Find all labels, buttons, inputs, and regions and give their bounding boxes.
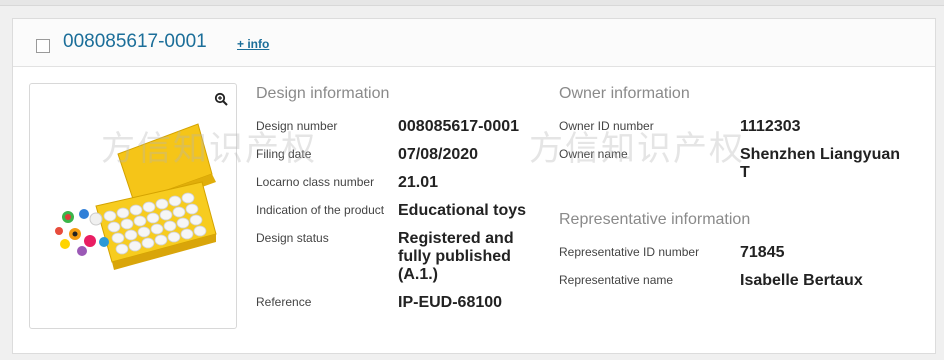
owner-info-title: Owner information [559, 85, 690, 102]
owner-id-value: 1112303 [740, 118, 801, 135]
owner-name-label: Owner name [559, 147, 628, 161]
design-status-label: Design status [256, 231, 329, 245]
owner-name-value: Shenzhen Liangyuan T [740, 146, 901, 181]
representative-name-label: Representative name [559, 273, 674, 287]
top-bar [0, 0, 944, 6]
filing-date-label: Filing date [256, 147, 312, 161]
representative-info-title: Representative information [559, 211, 751, 228]
toy-egg-case-picture [55, 123, 217, 270]
design-status-value: Registered and fully published (A.1.) [398, 230, 514, 283]
representative-id-value: 71845 [740, 244, 785, 261]
select-checkbox[interactable] [36, 39, 50, 53]
more-info-link[interactable]: + info [237, 37, 269, 51]
design-image[interactable] [29, 83, 237, 329]
locarno-class-value: 21.01 [398, 174, 439, 191]
locarno-class-label: Locarno class number [256, 175, 375, 189]
design-info-title: Design information [256, 85, 390, 102]
design-number-label: Design number [256, 119, 338, 133]
representative-id-label: Representative ID number [559, 245, 700, 259]
reference-label: Reference [256, 295, 312, 309]
card-header: 008085617-0001 + info [13, 19, 935, 67]
design-number-value: 008085617-0001 [398, 118, 520, 135]
reference-value: IP-EUD-68100 [398, 294, 503, 311]
product-indication-value: Educational toys [398, 202, 527, 219]
owner-id-label: Owner ID number [559, 119, 654, 133]
representative-name-value: Isabelle Bertaux [740, 272, 863, 289]
design-result-card: 008085617-0001 + info Design information… [12, 18, 936, 354]
product-indication-label: Indication of the product [256, 203, 385, 217]
design-id-link[interactable]: 008085617-0001 [63, 31, 207, 53]
filing-date-value: 07/08/2020 [398, 146, 479, 163]
